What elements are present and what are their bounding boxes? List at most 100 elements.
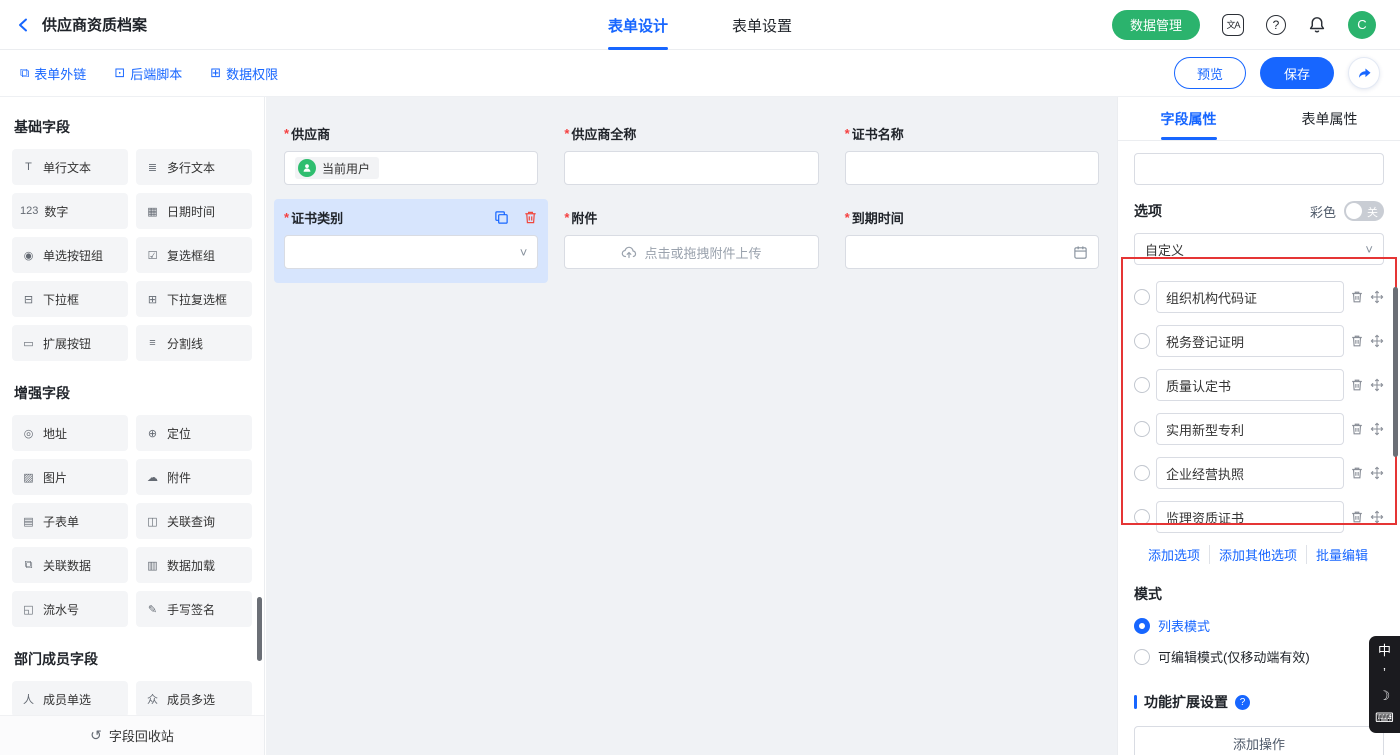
delete-option-icon[interactable] — [1350, 290, 1364, 304]
tab-form-properties[interactable]: 表单属性 — [1259, 97, 1400, 140]
extension-help-icon[interactable]: ? — [1235, 695, 1250, 710]
field-type-item[interactable]: ▨ 图片 — [12, 459, 128, 495]
tab-field-properties[interactable]: 字段属性 — [1118, 97, 1259, 140]
panel-scrollbar-thumb[interactable] — [1393, 287, 1398, 457]
move-option-icon[interactable] — [1370, 510, 1384, 524]
toolbar-link[interactable]: ⧉ 表单外链 — [20, 64, 86, 83]
option-text-input[interactable] — [1156, 413, 1344, 445]
preview-button[interactable]: 预览 — [1174, 57, 1246, 89]
field-type-item[interactable]: ◫ 关联查询 — [136, 503, 252, 539]
field-type-item[interactable]: ☁ 附件 — [136, 459, 252, 495]
field-type-item[interactable]: ⧉ 关联数据 — [12, 547, 128, 583]
back-nav[interactable]: 供应商资质档案 — [0, 14, 147, 35]
delete-option-icon[interactable] — [1350, 510, 1364, 524]
field-type-item[interactable]: ≣ 多行文本 — [136, 149, 252, 185]
field-expire-date[interactable]: * 到期时间 — [835, 199, 1109, 283]
field-type-item[interactable]: ⊕ 定位 — [136, 415, 252, 451]
delete-option-icon[interactable] — [1350, 422, 1364, 436]
form-grid: * 供应商 当前用户 * 供应商全称 — [270, 115, 1113, 283]
field-type-item[interactable]: ▥ 数据加载 — [136, 547, 252, 583]
color-toggle[interactable]: 关 — [1344, 201, 1384, 221]
mode-option-editable[interactable]: 可编辑模式(仅移动端有效) — [1134, 647, 1384, 666]
sidebar-scrollbar-thumb[interactable] — [257, 597, 262, 661]
share-button[interactable] — [1348, 57, 1380, 89]
move-option-icon[interactable] — [1370, 422, 1384, 436]
header-actions: 数据管理 文A ? C — [1112, 10, 1400, 40]
field-type-item[interactable]: ▭ 扩展按钮 — [12, 325, 128, 361]
option-text-input[interactable] — [1156, 325, 1344, 357]
mode-radio-selected[interactable] — [1134, 618, 1150, 634]
toolbar-link[interactable]: ⊞ 数据权限 — [210, 64, 278, 83]
field-type-item[interactable]: ≡ 分割线 — [136, 325, 252, 361]
field-type-item[interactable]: 众 成员多选 — [136, 681, 252, 717]
option-radio[interactable] — [1134, 377, 1150, 393]
expire-date-input[interactable] — [845, 235, 1099, 269]
delete-option-icon[interactable] — [1350, 334, 1364, 348]
option-radio[interactable] — [1134, 333, 1150, 349]
add-action-button[interactable]: 添加操作 — [1134, 726, 1384, 755]
attachment-upload-dropzone[interactable]: 点击或拖拽附件上传 — [564, 235, 818, 269]
delete-field-icon[interactable] — [523, 210, 538, 225]
save-button[interactable]: 保存 — [1260, 57, 1334, 89]
cert-type-select[interactable]: ˅ — [284, 235, 538, 269]
supplier-input[interactable]: 当前用户 — [284, 151, 538, 185]
option-source-select[interactable]: 自定义 ˅ — [1134, 233, 1384, 265]
option-radio[interactable] — [1134, 509, 1150, 525]
data-manage-button[interactable]: 数据管理 — [1112, 10, 1200, 40]
field-type-label: 子表单 — [43, 513, 79, 530]
tab-form-settings[interactable]: 表单设置 — [732, 0, 792, 50]
option-action-link[interactable]: 添加其他选项 — [1209, 545, 1297, 564]
field-cert-type[interactable]: * 证书类别 ˅ — [274, 199, 548, 283]
ime-item[interactable]: ☽ — [1379, 688, 1391, 704]
copy-field-icon[interactable] — [494, 210, 509, 225]
field-supplier-full[interactable]: * 供应商全称 — [554, 115, 828, 199]
field-type-item[interactable]: ⊞ 下拉复选框 — [136, 281, 252, 317]
language-icon[interactable]: 文A — [1222, 14, 1244, 36]
field-cert-name[interactable]: * 证书名称 — [835, 115, 1109, 199]
mode-option-list[interactable]: 列表模式 — [1134, 616, 1384, 635]
field-type-item[interactable]: 123 数字 — [12, 193, 128, 229]
move-option-icon[interactable] — [1370, 378, 1384, 392]
option-radio[interactable] — [1134, 465, 1150, 481]
ime-item[interactable]: 中 — [1378, 643, 1391, 659]
field-type-item[interactable]: ▦ 日期时间 — [136, 193, 252, 229]
ime-item[interactable]: ’ — [1383, 665, 1386, 681]
field-type-item[interactable]: ▤ 子表单 — [12, 503, 128, 539]
field-type-item[interactable]: ◎ 地址 — [12, 415, 128, 451]
field-type-item[interactable]: ✎ 手写签名 — [136, 591, 252, 627]
field-recycle-bin[interactable]: ↺ 字段回收站 — [0, 715, 264, 755]
field-type-item[interactable]: ☑ 复选框组 — [136, 237, 252, 273]
field-attachment[interactable]: * 附件 点击或拖拽附件上传 — [554, 199, 828, 283]
move-option-icon[interactable] — [1370, 290, 1384, 304]
option-text-input[interactable] — [1156, 457, 1344, 489]
option-radio[interactable] — [1134, 421, 1150, 437]
help-icon[interactable]: ? — [1266, 15, 1286, 35]
field-type-item[interactable]: T 单行文本 — [12, 149, 128, 185]
move-option-icon[interactable] — [1370, 334, 1384, 348]
field-type-item[interactable]: ◱ 流水号 — [12, 591, 128, 627]
move-option-icon[interactable] — [1370, 466, 1384, 480]
cert-name-input[interactable] — [845, 151, 1099, 185]
field-type-item[interactable]: ◉ 单选按钮组 — [12, 237, 128, 273]
toolbar-link[interactable]: ⊡ 后端脚本 — [114, 64, 182, 83]
tab-form-design[interactable]: 表单设计 — [608, 0, 668, 50]
field-type-item[interactable]: 人 成员单选 — [12, 681, 128, 717]
option-text-input[interactable] — [1156, 501, 1344, 533]
current-user-tag[interactable]: 当前用户 — [295, 157, 379, 179]
option-action-link[interactable]: 添加选项 — [1148, 545, 1200, 564]
user-avatar[interactable]: C — [1348, 11, 1376, 39]
option-text-input[interactable] — [1156, 281, 1344, 313]
supplier-full-input[interactable] — [564, 151, 818, 185]
field-supplier[interactable]: * 供应商 当前用户 — [274, 115, 548, 199]
delete-option-icon[interactable] — [1350, 466, 1364, 480]
field-title-input[interactable] — [1134, 153, 1384, 185]
notification-bell-icon[interactable] — [1308, 16, 1326, 34]
option-radio[interactable] — [1134, 289, 1150, 305]
field-type-item[interactable]: ⊟ 下拉框 — [12, 281, 128, 317]
input-method-widget[interactable]: 中 ’ ☽ ⌨ — [1369, 636, 1400, 733]
option-text-input[interactable] — [1156, 369, 1344, 401]
delete-option-icon[interactable] — [1350, 378, 1364, 392]
option-action-link[interactable]: 批量编辑 — [1306, 545, 1368, 564]
mode-radio-editable[interactable] — [1134, 649, 1150, 665]
ime-item[interactable]: ⌨ — [1375, 710, 1394, 726]
